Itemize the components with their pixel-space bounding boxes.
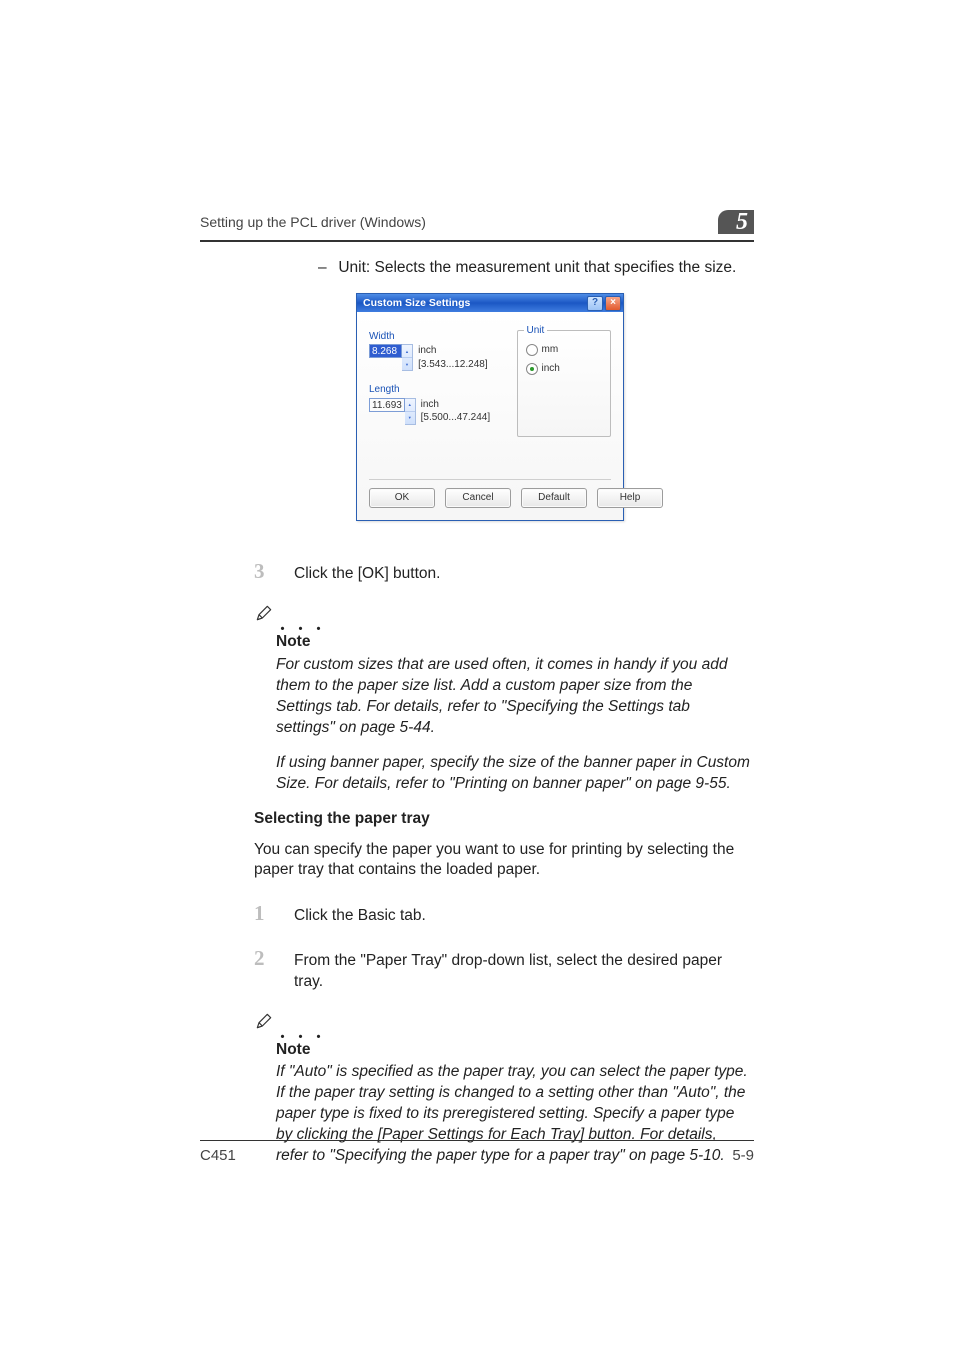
chevron-up-icon: ▲ [405, 399, 415, 412]
chapter-number-badge: 5 [718, 210, 754, 234]
bullet-dash: – [318, 258, 334, 279]
step-number: 3 [254, 557, 272, 585]
width-range: inch [3.543...12.248] [418, 344, 494, 371]
titlebar-close-icon[interactable]: × [605, 296, 621, 311]
default-button[interactable]: Default [521, 488, 587, 508]
footer-left: C451 [200, 1147, 236, 1164]
unit-radio-mm[interactable]: mm [526, 343, 603, 357]
unit-legend: Unit [524, 324, 548, 338]
chevron-up-icon: ▲ [402, 345, 412, 358]
chevron-down-icon: ▼ [405, 412, 415, 424]
note-dots: . . . [280, 1026, 325, 1038]
help-glyph: ? [592, 298, 598, 308]
note1-paragraph-2: If using banner paper, specify the size … [276, 753, 752, 795]
chevron-down-icon: ▼ [402, 358, 412, 370]
length-range: inch [5.500...47.244] [421, 398, 495, 425]
note-dots: . . . [280, 618, 325, 630]
step-3: 3 Click the [OK] button. [254, 557, 752, 585]
dialog-title: Custom Size Settings [363, 296, 470, 310]
cancel-button[interactable]: Cancel [445, 488, 511, 508]
radio-icon [526, 363, 538, 375]
chapter-number: 5 [736, 209, 748, 236]
footer-rule [200, 1140, 754, 1141]
step-text: Click the Basic tab. [294, 906, 752, 927]
step-number: 1 [254, 899, 272, 927]
note-heading: Note [276, 632, 752, 653]
unit-inch-label: inch [542, 362, 560, 376]
unit-mm-label: mm [542, 343, 559, 357]
width-input[interactable]: 8.268 [369, 344, 402, 358]
dialog-titlebar: Custom Size Settings ? × [357, 294, 623, 312]
note-block-1: . . . Note For custom sizes that are use… [254, 603, 752, 794]
titlebar-help-icon[interactable]: ? [587, 296, 603, 311]
unit-fieldset: Unit mm inch [517, 330, 612, 437]
step-text: Click the [OK] button. [294, 564, 752, 585]
length-spinner[interactable]: ▲ ▼ [405, 398, 416, 425]
footer-right: 5-9 [732, 1147, 754, 1164]
custom-size-dialog-screenshot: Custom Size Settings ? × Width 8.268 [356, 293, 624, 521]
step-number: 2 [254, 944, 272, 972]
close-glyph: × [610, 298, 616, 308]
width-label: Width [369, 330, 495, 344]
width-spinner[interactable]: ▲ ▼ [402, 344, 413, 371]
note1-paragraph-1: For custom sizes that are used often, it… [276, 655, 752, 739]
length-input[interactable]: 11.693 [369, 398, 405, 412]
dialog-divider [369, 479, 611, 480]
unit-bullet: – Unit: Selects the measurement unit tha… [318, 258, 752, 279]
unit-radio-inch[interactable]: inch [526, 362, 603, 376]
page-header-title: Setting up the PCL driver (Windows) [200, 214, 426, 230]
radio-icon [526, 344, 538, 356]
step-2: 2 From the "Paper Tray" drop-down list, … [254, 944, 752, 993]
section-heading: Selecting the paper tray [254, 809, 752, 830]
section-intro: You can specify the paper you want to us… [254, 840, 752, 882]
step-1: 1 Click the Basic tab. [254, 899, 752, 927]
help-button[interactable]: Help [597, 488, 663, 508]
unit-bullet-text: Unit: Selects the measurement unit that … [338, 259, 736, 276]
ok-button[interactable]: OK [369, 488, 435, 508]
note-pen-icon [254, 1011, 274, 1038]
step-text: From the "Paper Tray" drop-down list, se… [294, 951, 752, 993]
length-label: Length [369, 383, 495, 397]
note-heading: Note [276, 1040, 752, 1061]
header-rule [200, 240, 754, 242]
note-pen-icon [254, 603, 274, 630]
